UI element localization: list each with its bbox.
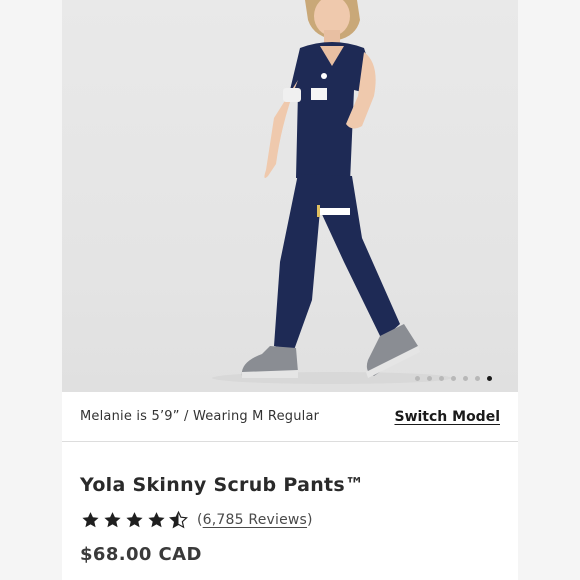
product-price: $68.00 CAD [80,544,202,565]
left-margin [0,0,62,580]
carousel-dot[interactable] [415,376,420,381]
carousel-dot[interactable] [451,376,456,381]
reviews-paren-close: ) [307,512,313,528]
star-full-icon [126,512,143,528]
carousel-dots [415,376,492,381]
model-info-bar: Melanie is 5’9” / Wearing M Regular Swit… [62,392,518,442]
carousel-dot[interactable] [475,376,480,381]
reviews-link[interactable]: 6,785 Reviews [203,512,307,528]
right-margin [518,0,580,580]
model-illustration [212,0,452,384]
product-card: Melanie is 5’9” / Wearing M Regular Swit… [62,0,518,580]
carousel-dot[interactable] [439,376,444,381]
star-full-icon [82,512,99,528]
star-full-icon [148,512,165,528]
carousel-dot[interactable] [427,376,432,381]
star-half-icon [169,510,188,529]
carousel-dot[interactable] [463,376,468,381]
star-full-icon [104,512,121,528]
product-image[interactable] [62,0,518,392]
rating-row: (6,785 Reviews) [80,510,500,530]
star-rating[interactable] [80,510,189,530]
model-size-text: Melanie is 5’9” / Wearing M Regular [80,409,320,424]
product-title: Yola Skinny Scrub Pants™ [80,474,365,496]
carousel-dot-active[interactable] [487,376,492,381]
reviews-summary: (6,785 Reviews) [197,512,313,528]
product-details: Yola Skinny Scrub Pants™ (6,785 Reviews)… [80,474,500,565]
switch-model-link[interactable]: Switch Model [394,409,500,425]
